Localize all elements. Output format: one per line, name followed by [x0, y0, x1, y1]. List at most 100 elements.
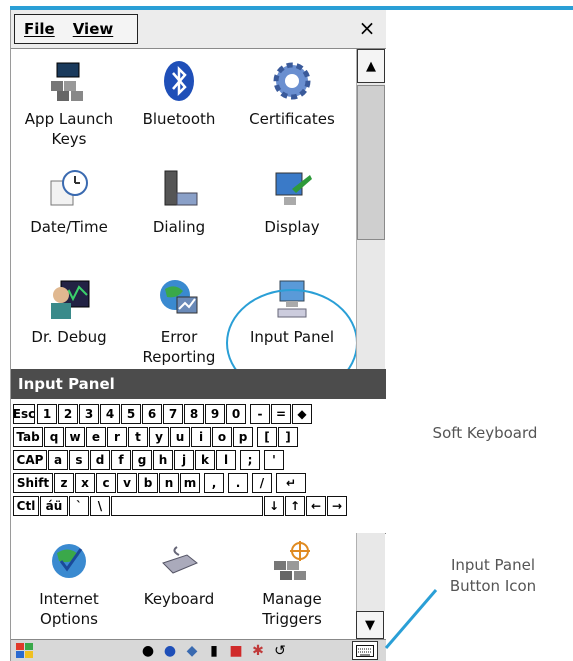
key[interactable]: g [132, 450, 152, 470]
menu-view[interactable]: View [64, 20, 123, 38]
key[interactable]: \ [90, 496, 110, 516]
key[interactable]: b [138, 473, 158, 493]
network-icon[interactable]: ● [139, 643, 157, 659]
tile-manage-triggers[interactable]: Manage Triggers [237, 539, 347, 629]
key[interactable]: r [107, 427, 127, 447]
key[interactable]: d [90, 450, 110, 470]
close-button[interactable]: × [354, 15, 380, 41]
key[interactable]: 3 [79, 404, 99, 424]
key-enter[interactable]: ↵ [276, 473, 306, 493]
phone-icon [164, 170, 198, 206]
key[interactable]: 1 [37, 404, 57, 424]
radio-icon[interactable]: ✱ [249, 643, 267, 659]
key[interactable]: v [117, 473, 137, 493]
globe-chart-icon [160, 280, 198, 314]
tile-error-reporting[interactable]: Error Reporting [124, 277, 234, 367]
key[interactable]: [ [257, 427, 277, 447]
key[interactable]: f [111, 450, 131, 470]
key[interactable]: i [191, 427, 211, 447]
scroll-thumb[interactable] [357, 85, 385, 240]
tile-label: Bluetooth [142, 110, 216, 128]
key-arrow-down[interactable]: ↓ [264, 496, 284, 516]
key[interactable]: CAP [13, 450, 47, 470]
tile-display[interactable]: Display [237, 167, 347, 237]
key[interactable]: j [174, 450, 194, 470]
key-backspace[interactable]: ◆ [292, 404, 312, 424]
key-ctrl[interactable]: Ctl [13, 496, 39, 516]
key[interactable]: e [86, 427, 106, 447]
key[interactable]: l [216, 450, 236, 470]
key[interactable]: o [212, 427, 232, 447]
key[interactable]: Esc [13, 404, 35, 424]
tile-app-launch-keys[interactable]: App Launch Keys [14, 59, 124, 149]
key[interactable]: / [252, 473, 272, 493]
triangle-down-icon: ▼ [365, 617, 375, 633]
key[interactable]: - [250, 404, 270, 424]
key-space[interactable] [111, 496, 263, 516]
input-panel-title: Input Panel [11, 369, 386, 399]
key[interactable]: = [271, 404, 291, 424]
system-tray: ● ● ◆ ▮ ■ ✱ ↺ [139, 641, 289, 661]
soft-keyboard-callout: Soft Keyboard [432, 424, 538, 442]
tile-label: Internet [39, 590, 99, 608]
sync-icon[interactable]: ↺ [271, 643, 289, 659]
trigger-icon [274, 541, 310, 580]
wireless-off-icon[interactable]: ■ [227, 643, 245, 659]
tile-dialing[interactable]: Dialing [124, 167, 234, 237]
key[interactable]: 0 [226, 404, 246, 424]
key[interactable]: a [48, 450, 68, 470]
tile-keyboard[interactable]: Keyboard [124, 539, 234, 609]
battery-icon[interactable]: ▮ [205, 643, 223, 659]
input-panel-button-callout: Input Panel Button Icon [418, 555, 568, 597]
key[interactable]: 7 [163, 404, 183, 424]
tile-label: Dialing [152, 218, 206, 236]
key[interactable]: x [75, 473, 95, 493]
key[interactable]: c [96, 473, 116, 493]
key-arrow-left[interactable]: ← [306, 496, 326, 516]
scroll-up-button[interactable]: ▲ [357, 49, 385, 83]
key[interactable]: z [54, 473, 74, 493]
tile-dr-debug[interactable]: Dr. Debug [14, 277, 124, 347]
key[interactable]: 4 [100, 404, 120, 424]
key[interactable]: k [195, 450, 215, 470]
key[interactable]: w [65, 427, 85, 447]
key[interactable]: t [128, 427, 148, 447]
bluetooth-tray-icon[interactable]: ● [161, 643, 179, 659]
key[interactable]: h [153, 450, 173, 470]
key[interactable]: 6 [142, 404, 162, 424]
key[interactable]: 9 [205, 404, 225, 424]
key[interactable]: , [204, 473, 224, 493]
key[interactable]: ' [264, 450, 284, 470]
key-intl[interactable]: áü [40, 496, 68, 516]
input-panel-button[interactable] [352, 641, 378, 660]
key[interactable]: ] [278, 427, 298, 447]
key[interactable]: s [69, 450, 89, 470]
menu-file[interactable]: File [15, 20, 64, 38]
key[interactable]: ; [240, 450, 260, 470]
key[interactable]: ` [69, 496, 89, 516]
tile-internet-options[interactable]: Internet Options [14, 539, 124, 629]
key[interactable]: n [159, 473, 179, 493]
tile-label: Display [264, 218, 320, 236]
scrollbar[interactable]: ▲ [356, 49, 385, 379]
key[interactable]: y [149, 427, 169, 447]
tile-bluetooth[interactable]: Bluetooth [124, 59, 234, 129]
key-shift[interactable]: Shift [13, 473, 53, 493]
tile-label: Reporting [142, 348, 216, 366]
key[interactable]: 2 [58, 404, 78, 424]
key[interactable]: Tab [13, 427, 43, 447]
key[interactable]: 8 [184, 404, 204, 424]
key[interactable]: m [180, 473, 200, 493]
windows-start-icon[interactable] [15, 642, 35, 660]
connection-icon[interactable]: ◆ [183, 643, 201, 659]
key[interactable]: . [228, 473, 248, 493]
tile-label: App Launch [24, 110, 114, 128]
key[interactable]: p [233, 427, 253, 447]
key[interactable]: 5 [121, 404, 141, 424]
tile-certificates[interactable]: Certificates [237, 59, 347, 129]
tile-date-time[interactable]: Date/Time [14, 167, 124, 237]
key[interactable]: q [44, 427, 64, 447]
key-arrow-right[interactable]: → [327, 496, 347, 516]
key[interactable]: u [170, 427, 190, 447]
key-arrow-up[interactable]: ↑ [285, 496, 305, 516]
